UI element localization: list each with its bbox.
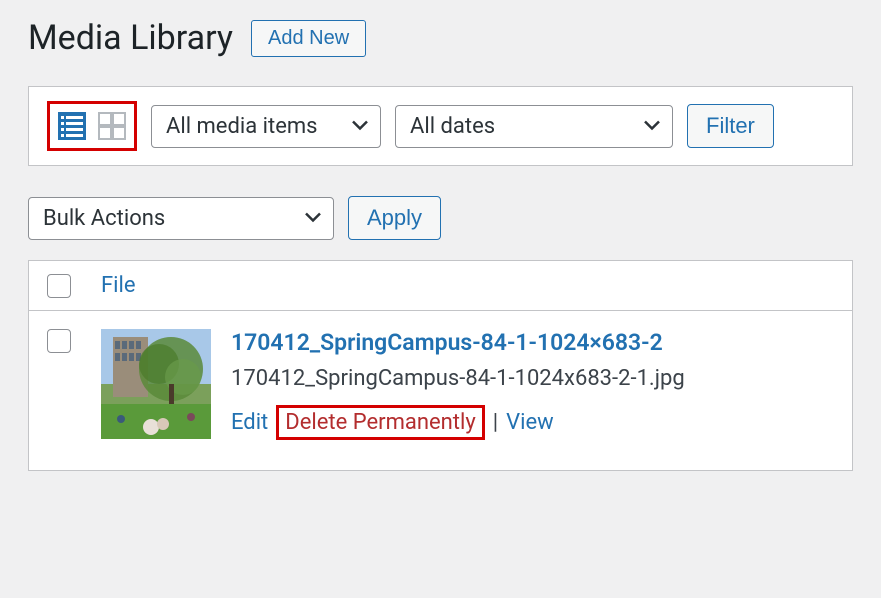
view-toggle-group <box>47 101 137 151</box>
media-type-filter[interactable]: All media items <box>151 105 381 148</box>
filter-button[interactable]: Filter <box>687 104 774 148</box>
media-type-select[interactable]: All media items <box>151 105 381 148</box>
select-all-checkbox[interactable] <box>47 274 71 298</box>
view-link[interactable]: View <box>506 410 554 435</box>
add-new-button[interactable]: Add New <box>251 20 366 57</box>
row-content: 170412_SpringCampus-84-1-1024×683-2 1704… <box>101 329 834 440</box>
thumbnail[interactable] <box>101 329 211 439</box>
table-row: 170412_SpringCampus-84-1-1024×683-2 1704… <box>29 311 852 470</box>
apply-button[interactable]: Apply <box>348 196 441 240</box>
list-view-button[interactable] <box>54 108 90 144</box>
delete-permanently-link[interactable]: Delete Permanently <box>276 405 484 440</box>
page-header: Media Library Add New <box>28 18 853 58</box>
edit-link[interactable]: Edit <box>231 410 268 435</box>
list-icon <box>56 110 88 142</box>
date-filter[interactable]: All dates <box>395 105 673 148</box>
row-actions: Edit Delete Permanently | View <box>231 405 685 440</box>
table-header: File <box>29 261 852 311</box>
media-library-page: Media Library Add New <box>0 0 881 489</box>
item-filename: 170412_SpringCampus-84-1-1024x683-2-1.jp… <box>231 366 685 391</box>
column-header-file[interactable]: File <box>101 273 136 298</box>
page-title: Media Library <box>28 18 233 58</box>
filter-bar: All media items All dates Filter <box>28 86 853 166</box>
date-select[interactable]: All dates <box>395 105 673 148</box>
grid-icon <box>96 110 128 142</box>
separator: | <box>493 410 498 435</box>
bulk-actions-select-wrap[interactable]: Bulk Actions <box>28 197 334 240</box>
row-text: 170412_SpringCampus-84-1-1024×683-2 1704… <box>231 329 685 440</box>
bulk-actions-select[interactable]: Bulk Actions <box>28 197 334 240</box>
bulk-actions-row: Bulk Actions Apply <box>28 196 853 240</box>
item-title-link[interactable]: 170412_SpringCampus-84-1-1024×683-2 <box>231 329 685 356</box>
row-checkbox[interactable] <box>47 329 71 353</box>
grid-view-button[interactable] <box>94 108 130 144</box>
media-table: File <box>28 260 853 471</box>
